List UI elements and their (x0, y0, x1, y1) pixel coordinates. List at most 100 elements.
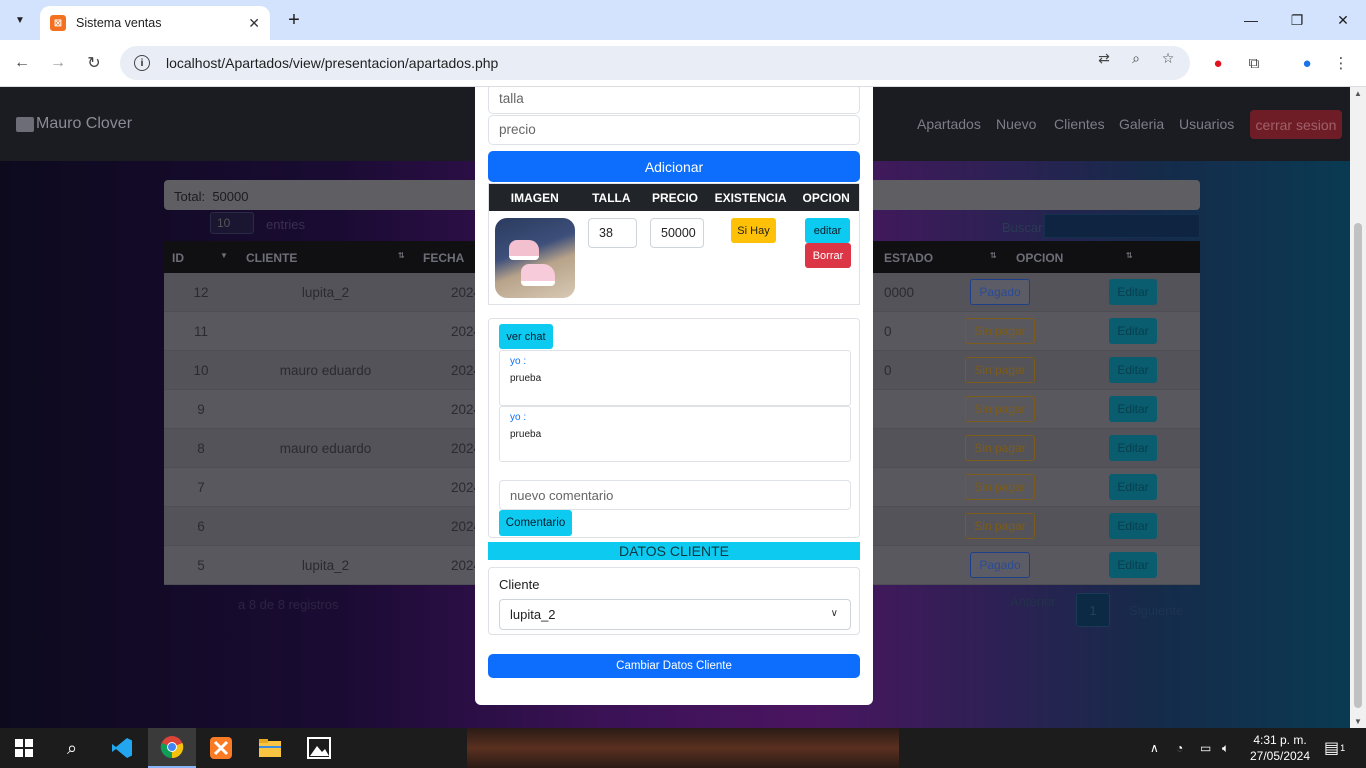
vscode-taskbar-icon[interactable] (98, 728, 146, 768)
cliente-select-value: lupita_2 (510, 607, 556, 622)
zoom-icon[interactable]: ⌕ (1126, 48, 1146, 68)
page-length-select[interactable]: 10 (210, 212, 254, 234)
precio-input[interactable]: precio (488, 115, 860, 145)
browser-tab[interactable]: ⊠ Sistema ventas ✕ (40, 6, 270, 40)
file-explorer-taskbar-icon[interactable] (246, 728, 294, 768)
clock-date: 27/05/2024 (1249, 749, 1311, 763)
chrome-taskbar-icon[interactable] (148, 728, 196, 768)
show-hidden-icons[interactable]: ∧ (1150, 728, 1159, 768)
volume-icon[interactable]: 🔈︎ (1222, 728, 1229, 768)
cell-id: 9 (197, 401, 205, 417)
network-icon[interactable]: ◔ (1176, 728, 1183, 768)
reload-button[interactable]: ↻ (82, 51, 106, 75)
nav-link-galeria[interactable]: Galeria (1119, 116, 1164, 132)
product-talla-input[interactable]: 38 (588, 218, 637, 248)
estado-badge[interactable]: Sin pagar (965, 513, 1035, 539)
product-precio-input[interactable]: 50000 (650, 218, 704, 248)
table-info: a 8 de 8 registros (238, 597, 339, 612)
message-text: prueba (510, 373, 542, 384)
forward-button[interactable]: → (46, 51, 70, 75)
restore-button[interactable]: ❐ (1274, 0, 1320, 40)
cliente-select[interactable]: lupita_2 ∨ (499, 599, 851, 630)
new-tab-button[interactable]: + (282, 8, 306, 32)
pager-page-1[interactable]: 1 (1076, 593, 1110, 627)
edit-button[interactable]: Editar (1109, 318, 1157, 344)
estado-badge[interactable]: Pagado (970, 552, 1030, 578)
browser-toolbar: ← → ↻ i localhost/Apartados/view/present… (0, 40, 1366, 87)
windows-taskbar: ⌕ ∧ ◔ ▭ 🔈︎ 4:31 p. m. 27/05/2024 ▤ 1 (0, 728, 1366, 768)
edit-button[interactable]: Editar (1109, 357, 1157, 383)
column-header-estado[interactable]: ESTADO ⇅ (876, 241, 1008, 273)
header-existencia: EXISTENCIA (714, 190, 787, 205)
chevron-down-icon: ▼ (15, 14, 25, 26)
estado-badge[interactable]: Pagado (970, 279, 1030, 305)
existencia-badge[interactable]: Si Hay (731, 218, 776, 243)
site-info-icon[interactable]: i (134, 55, 150, 71)
xampp-favicon-icon: ⊠ (50, 15, 66, 31)
add-product-button[interactable]: Adicionar (488, 151, 860, 182)
page-content: Mauro Clover Apartados Nuevo Clientes Ga… (0, 87, 1350, 728)
brand[interactable]: Mauro Clover (16, 115, 132, 133)
tab-search-button[interactable]: ▼ (8, 8, 32, 32)
extensions-icon[interactable]: ⧉ (1242, 51, 1266, 75)
message-author: yo : (510, 356, 527, 367)
column-header-cliente[interactable]: CLIENTE ⇅ (238, 241, 413, 273)
comment-button[interactable]: Comentario (499, 510, 572, 536)
xampp-taskbar-icon[interactable] (197, 728, 245, 768)
total-label: Total: (174, 189, 206, 204)
search-icon[interactable]: ⌕ (48, 728, 96, 768)
search-input[interactable] (1044, 214, 1200, 238)
pager-previous[interactable]: Anterior (1010, 594, 1056, 609)
scroll-up-icon[interactable]: ▲ (1354, 89, 1362, 98)
talla-input[interactable]: talla (488, 87, 860, 114)
estado-badge[interactable]: Sin pagar (965, 357, 1035, 383)
scrollbar-thumb[interactable] (1354, 223, 1362, 708)
estado-badge[interactable]: Sin pagar (965, 318, 1035, 344)
edit-button[interactable]: Editar (1109, 396, 1157, 422)
scroll-down-icon[interactable]: ▼ (1354, 717, 1362, 726)
column-header-id[interactable]: ID ▼ (164, 241, 238, 273)
edit-button[interactable]: Editar (1109, 435, 1157, 461)
opera-extension-icon[interactable]: ● (1206, 51, 1230, 75)
edit-product-button[interactable]: editar (805, 218, 850, 243)
taskbar-background-preview (467, 728, 899, 768)
start-button[interactable] (0, 728, 48, 768)
delete-product-button[interactable]: Borrar (805, 243, 851, 268)
taskbar-clock[interactable]: 4:31 p. m. 27/05/2024 (1247, 732, 1313, 764)
change-client-button[interactable]: Cambiar Datos Cliente (488, 654, 860, 678)
estado-badge[interactable]: Sin pagar (965, 396, 1035, 422)
battery-icon[interactable]: ▭ (1200, 728, 1211, 768)
edit-button[interactable]: Editar (1109, 279, 1157, 305)
nav-link-usuarios[interactable]: Usuarios (1179, 116, 1234, 132)
pager-next[interactable]: Siguiente (1129, 603, 1183, 618)
products-table: IMAGEN TALLA PRECIO EXISTENCIA OPCION 38… (488, 183, 860, 305)
back-button[interactable]: ← (10, 51, 34, 75)
close-tab-icon[interactable]: ✕ (248, 15, 260, 32)
edit-button[interactable]: Editar (1109, 513, 1157, 539)
bookmark-star-icon[interactable]: ☆ (1158, 48, 1178, 68)
column-header-opcion[interactable]: OPCION ⇅ (1008, 241, 1142, 273)
close-window-button[interactable]: ✕ (1320, 0, 1366, 40)
notifications-button[interactable]: ▤ 1 (1324, 728, 1345, 768)
translate-icon[interactable]: ⇄ (1094, 48, 1114, 68)
comment-input[interactable]: nuevo comentario (499, 480, 851, 510)
nav-link-clientes[interactable]: Clientes (1054, 116, 1105, 132)
logout-button[interactable]: cerrar sesion (1250, 110, 1342, 139)
cliente-label: Cliente (499, 577, 540, 592)
edit-button[interactable]: Editar (1109, 474, 1157, 500)
profile-avatar-icon[interactable]: ● (1295, 51, 1319, 75)
chrome-menu-icon[interactable]: ⋮ (1329, 51, 1353, 75)
ver-chat-button[interactable]: ver chat (499, 324, 553, 349)
vertical-scrollbar[interactable]: ▲ ▼ (1350, 87, 1366, 728)
minimize-button[interactable]: — (1228, 0, 1274, 40)
estado-badge[interactable]: Sin pagar (965, 435, 1035, 461)
nav-link-apartados[interactable]: Apartados (917, 116, 981, 132)
header-talla: TALLA (592, 190, 631, 205)
photos-taskbar-icon[interactable] (295, 728, 343, 768)
products-table-header: IMAGEN TALLA PRECIO EXISTENCIA OPCION (489, 184, 859, 211)
chat-message: yo : prueba (499, 350, 851, 406)
address-bar[interactable]: i localhost/Apartados/view/presentacion/… (120, 46, 1190, 80)
estado-badge[interactable]: Sin pagar (965, 474, 1035, 500)
edit-button[interactable]: Editar (1109, 552, 1157, 578)
nav-link-nuevo[interactable]: Nuevo (996, 116, 1036, 132)
